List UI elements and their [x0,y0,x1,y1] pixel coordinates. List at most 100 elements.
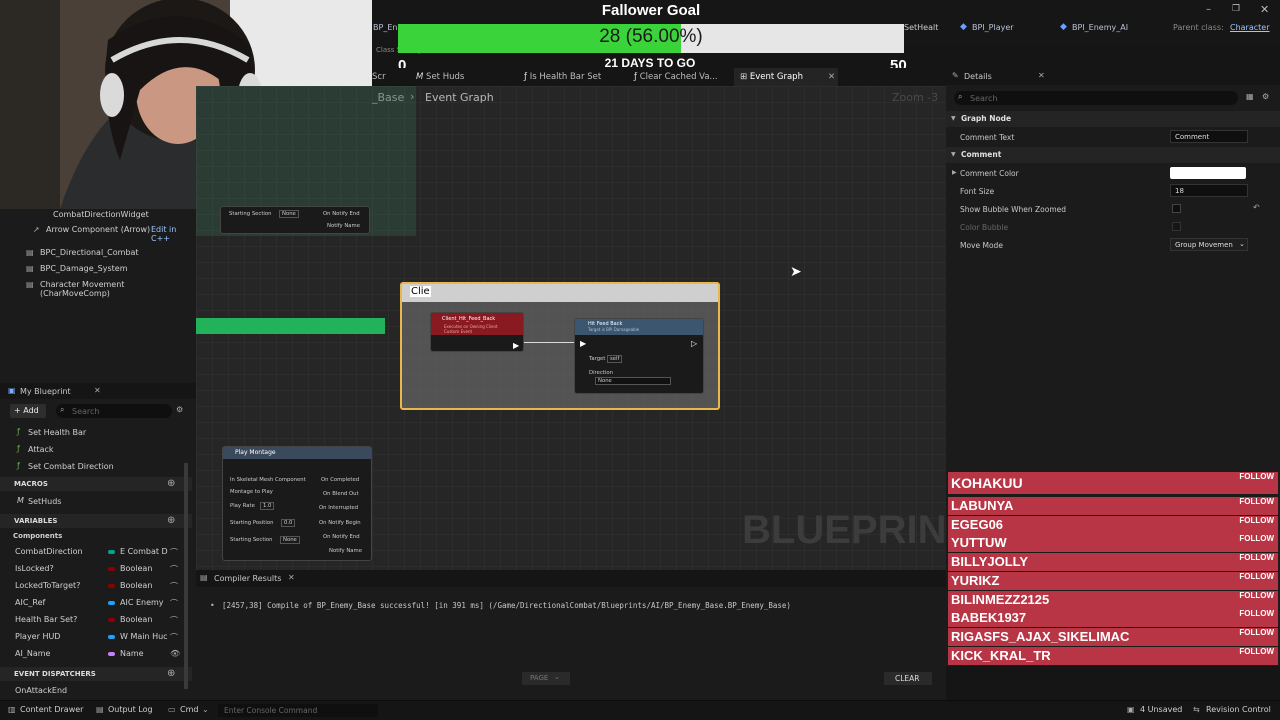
variable-type[interactable]: Boolean [120,615,152,624]
function-item[interactable]: Attack [28,445,54,454]
comment-text-input[interactable]: Clie [410,286,431,297]
exec-pin-icon[interactable]: ▷ [691,339,697,348]
exec-pin-icon[interactable]: ▶ [580,339,586,348]
function-item[interactable]: Set Combat Direction [28,462,114,471]
eye-closed-icon[interactable]: ⌒ [170,615,178,626]
eye-closed-icon[interactable]: ⌒ [170,581,178,592]
font-size-field[interactable]: 18 [1170,184,1248,197]
tab-bpi-player[interactable]: BPI_Player [972,23,1014,32]
variable-type[interactable]: AIC Enemy [120,598,164,607]
compiler-tab[interactable]: Compiler Results [214,574,281,583]
comment-text-field[interactable]: Comment [1170,130,1248,143]
chevron-right-icon[interactable]: ▶ [952,169,957,176]
component-item[interactable]: CombatDirectionWidget [53,210,149,219]
graph-node-section[interactable]: Graph Node [946,111,1280,127]
direction-select[interactable]: None [595,377,671,385]
tab-set-huds[interactable]: M Set Huds [416,68,464,86]
console-input[interactable]: Enter Console Command [218,704,378,717]
variables-section[interactable]: VARIABLES [0,514,192,528]
tab-bp-enemy[interactable]: BP_En [373,23,397,32]
close-icon[interactable]: ✕ [288,573,295,582]
variable-name[interactable]: CombatDirection [15,547,83,556]
clear-button[interactable]: CLEAR [884,672,932,685]
eye-closed-icon[interactable]: ⌒ [170,598,178,609]
scrollbar[interactable] [184,463,188,689]
parent-class-link[interactable]: Character [1230,23,1270,32]
tab-sethealth[interactable]: SetHealt [904,23,938,32]
close-tab-icon[interactable]: ✕ [828,68,835,86]
exec-pin-icon[interactable]: ▶ [513,341,519,350]
dispatcher-item[interactable]: OnAttackEnd [15,686,67,695]
comment-section[interactable]: Comment [946,147,1280,163]
add-variable-icon[interactable]: ⊕ [167,515,175,526]
my-blueprint-tab[interactable]: My Blueprint [20,387,71,396]
close-icon[interactable]: ✕ [1260,3,1269,16]
color-bubble-checkbox[interactable] [1172,222,1181,231]
macros-section[interactable]: MACROS [0,477,192,491]
gear-icon[interactable]: ⚙ [1262,92,1269,101]
move-mode-select[interactable]: Group Movemen ⌄ [1170,238,1248,251]
comment-color-swatch[interactable] [1170,167,1246,179]
close-icon[interactable]: ✕ [1038,71,1045,80]
eye-closed-icon[interactable]: ⌒ [170,632,178,643]
variable-type[interactable]: W Main Huc [120,632,168,641]
client-hit-feed-back-event[interactable]: Client_Hit_Feed_Back Executes on Owning … [430,312,524,352]
content-drawer-button[interactable]: Content Drawer [20,705,83,714]
function-item[interactable]: Set Health Bar [28,428,86,437]
variable-type[interactable]: E Combat D [120,547,168,556]
component-item[interactable]: BPC_Directional_Combat [40,248,139,257]
tab-bpi-enemy-ai[interactable]: BPI_Enemy_AI [1072,23,1128,32]
eye-closed-icon[interactable]: ⌒ [170,564,178,575]
page-button[interactable]: PAGE ⌄ [522,672,570,685]
edit-in-cpp-link[interactable]: Edit in C++ [151,225,196,243]
grid-view-icon[interactable]: ▦ [1246,92,1254,101]
revision-control-button[interactable]: Revision Control [1206,705,1271,714]
play-montage-node[interactable]: Play Montage In Skeletal Mesh Component … [222,446,372,561]
eye-icon[interactable]: 👁 [170,649,180,658]
unsaved-button[interactable]: 4 Unsaved [1140,705,1182,714]
variable-type[interactable]: Boolean [120,564,152,573]
tab-clear-cached[interactable]: ƒ Clear Cached Va... [634,68,718,86]
component-item[interactable]: Arrow Component (Arrow) [46,225,150,234]
restore-icon[interactable]: ❐ [1232,4,1240,14]
component-item[interactable]: BPC_Damage_System [40,264,128,273]
details-tab[interactable]: Details [964,72,992,81]
event-dispatchers-section[interactable]: EVENT DISPATCHERS [0,667,192,681]
components-category[interactable]: Components [13,532,62,540]
cmd-dropdown[interactable]: Cmd [180,705,198,714]
reset-icon[interactable]: ↶ [1253,203,1260,212]
gear-icon[interactable]: ⚙ [176,405,183,414]
variable-type[interactable]: Name [120,649,144,658]
variable-name[interactable]: IsLocked? [15,564,54,573]
output-log-button[interactable]: Output Log [108,705,153,714]
minimize-icon[interactable]: – [1206,4,1211,15]
variable-name[interactable]: LockedToTarget? [15,581,80,590]
starting-section-select[interactable]: None [279,210,299,218]
tab-event-graph[interactable]: ⊞ Event Graph ✕ [734,68,838,86]
hit-feed-back-node[interactable]: Hit Feed Back Target is BPI Damageable ▶… [574,318,704,394]
target-value[interactable]: self [607,355,623,363]
event-graph-canvas[interactable]: _Base › Event Graph Zoom -3 Starting Sec… [196,86,946,570]
tab-is-health-bar-set[interactable]: ƒ Is Health Bar Set [524,68,601,86]
add-dispatcher-icon[interactable]: ⊕ [167,668,175,679]
close-icon[interactable]: ✕ [94,386,101,395]
add-button[interactable]: + Add [10,404,46,418]
start-pos-input[interactable]: 0.0 [281,519,296,527]
variable-name[interactable]: Player HUD [15,632,60,641]
add-macro-icon[interactable]: ⊕ [167,478,175,489]
comment-header[interactable]: Clie [402,284,718,302]
variable-type[interactable]: Boolean [120,581,152,590]
eye-closed-icon[interactable]: ⌒ [170,547,178,558]
top-node[interactable]: Starting Section None On Notify End Noti… [220,206,370,234]
variable-name[interactable]: Health Bar Set? [15,615,77,624]
show-bubble-checkbox[interactable] [1172,204,1181,213]
start-section-select[interactable]: None [280,536,300,544]
component-item[interactable]: Character Movement (CharMoveComp) [40,280,196,298]
tab-construction-script[interactable]: Scr [372,68,402,86]
comment-box[interactable]: Clie Client_Hit_Feed_Back Executes on Ow… [400,282,720,410]
myblueprint-search[interactable]: ⌕ Search [56,404,172,418]
variable-name[interactable]: AIC_Ref [15,598,45,607]
variable-name[interactable]: AI_Name [15,649,50,658]
macro-item[interactable]: SetHuds [28,497,61,506]
details-search[interactable]: ⌕ Search [954,91,1238,105]
